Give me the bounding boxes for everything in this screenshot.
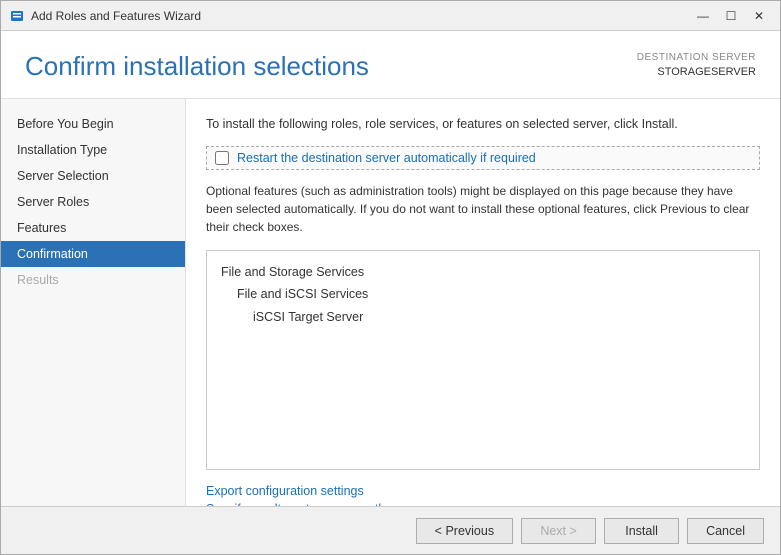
maximize-button[interactable]: ☐	[718, 6, 744, 26]
sidebar-item-confirmation[interactable]: Confirmation	[1, 241, 185, 267]
sidebar-item-results: Results	[1, 267, 185, 293]
window-icon	[9, 8, 25, 24]
sidebar-item-before-you-begin[interactable]: Before You Begin	[1, 111, 185, 137]
previous-button[interactable]: < Previous	[416, 518, 513, 544]
sidebar-item-installation-type[interactable]: Installation Type	[1, 137, 185, 163]
window-controls: — ☐ ✕	[690, 6, 772, 26]
minimize-button[interactable]: —	[690, 6, 716, 26]
main-description: To install the following roles, role ser…	[206, 115, 760, 134]
next-button[interactable]: Next >	[521, 518, 596, 544]
features-box: File and Storage Services File and iSCSI…	[206, 250, 760, 470]
server-name: STORAGESERVER	[637, 65, 756, 80]
header: Confirm installation selections DESTINAT…	[1, 31, 780, 99]
window: Add Roles and Features Wizard — ☐ ✕ Conf…	[0, 0, 781, 555]
install-button[interactable]: Install	[604, 518, 679, 544]
feature-item-2: iSCSI Target Server	[221, 306, 745, 329]
restart-checkbox[interactable]	[215, 151, 229, 165]
close-button[interactable]: ✕	[746, 6, 772, 26]
server-info: DESTINATION SERVER STORAGESERVER	[637, 51, 756, 80]
export-config-link[interactable]: Export configuration settings	[206, 484, 760, 498]
feature-item-1: File and iSCSI Services	[221, 283, 745, 306]
main-content: To install the following roles, role ser…	[186, 99, 780, 506]
links-section: Export configuration settings Specify an…	[206, 484, 760, 506]
sidebar-item-server-roles[interactable]: Server Roles	[1, 189, 185, 215]
cancel-button[interactable]: Cancel	[687, 518, 764, 544]
page-title: Confirm installation selections	[25, 51, 369, 82]
optional-note: Optional features (such as administratio…	[206, 182, 760, 236]
restart-checkbox-label[interactable]: Restart the destination server automatic…	[237, 151, 536, 165]
content-area: Before You Begin Installation Type Serve…	[1, 99, 780, 506]
titlebar: Add Roles and Features Wizard — ☐ ✕	[1, 1, 780, 31]
sidebar: Before You Begin Installation Type Serve…	[1, 99, 186, 506]
feature-item-0: File and Storage Services	[221, 261, 745, 284]
window-title: Add Roles and Features Wizard	[31, 9, 690, 23]
footer: < Previous Next > Install Cancel	[1, 506, 780, 554]
restart-checkbox-row: Restart the destination server automatic…	[206, 146, 760, 170]
server-label: DESTINATION SERVER	[637, 51, 756, 65]
sidebar-item-server-selection[interactable]: Server Selection	[1, 163, 185, 189]
sidebar-item-features[interactable]: Features	[1, 215, 185, 241]
